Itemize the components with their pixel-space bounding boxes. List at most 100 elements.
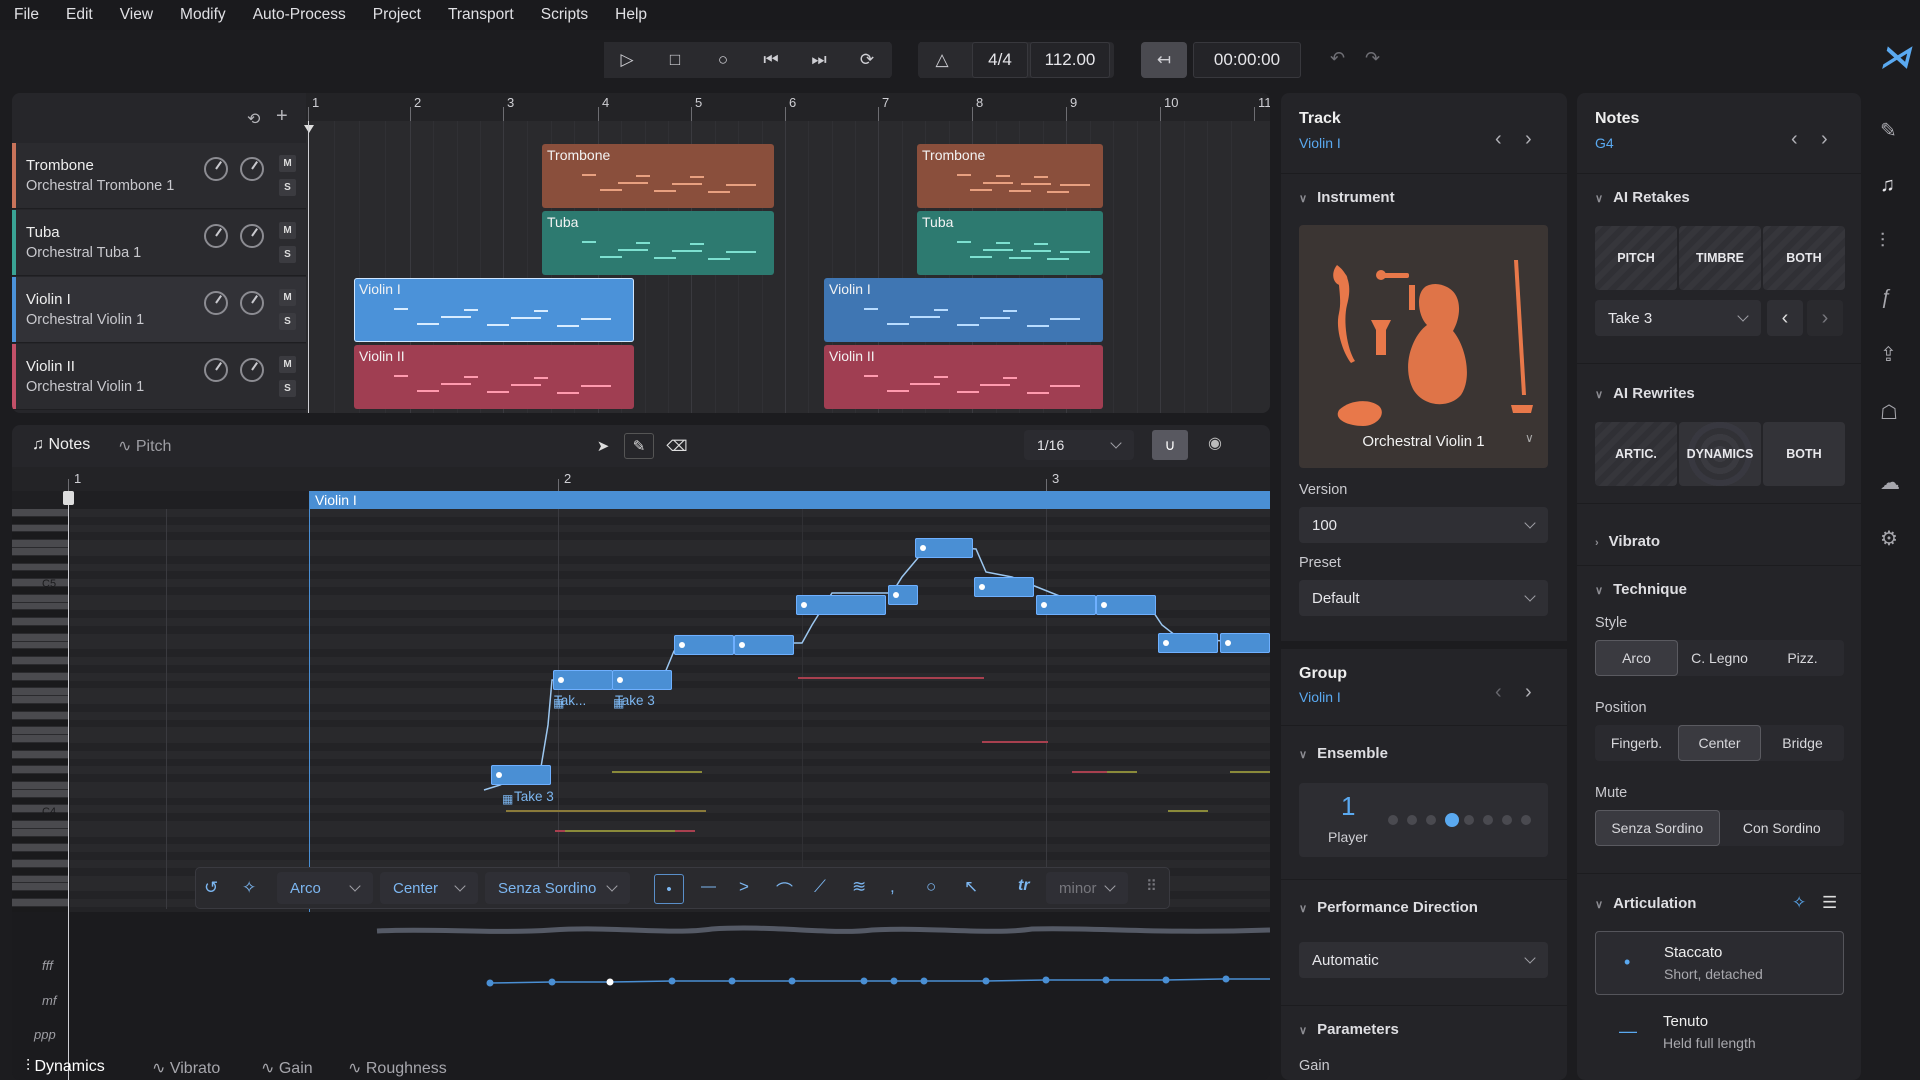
performance-section-header[interactable]: ∨ Performance Direction [1299, 899, 1478, 916]
clip[interactable]: Tuba [917, 211, 1103, 275]
pan-knob[interactable] [240, 224, 264, 248]
redo-icon[interactable]: ↷ [1365, 48, 1380, 69]
cloud-icon[interactable]: ☁ [1880, 470, 1900, 495]
articulation-tenuto[interactable]: — Tenuto Held full length [1595, 1001, 1844, 1065]
clip[interactable]: Tuba [542, 211, 774, 275]
track-inspector-subtitle[interactable]: Violin I [1299, 135, 1341, 151]
record-button[interactable]: ○ [700, 42, 746, 78]
instrument-icon[interactable]: ✎ [1880, 118, 1897, 143]
track-header[interactable]: Tuba Orchestral Tuba 1 MS [12, 210, 306, 276]
rewrite-artic-button[interactable]: ARTIC. [1595, 422, 1677, 486]
volume-knob[interactable] [204, 224, 228, 248]
ai-sparkle-icon[interactable]: ✧ [1792, 893, 1806, 913]
ai-rewrites-header[interactable]: ∨ AI Rewrites [1595, 385, 1695, 402]
mixer-icon[interactable]: ⫶ [1880, 230, 1885, 253]
mute-senza-sordino[interactable]: Senza Sordino [1595, 810, 1720, 846]
position-center[interactable]: Center [1678, 725, 1761, 761]
prev-track-icon[interactable]: ‹ [1495, 128, 1502, 151]
stop-button[interactable]: □ [652, 42, 698, 78]
ensemble-player-dot[interactable] [1464, 815, 1474, 825]
performance-select[interactable]: Automatic [1299, 942, 1548, 978]
position-bridge[interactable]: Bridge [1761, 725, 1844, 761]
playhead-marker[interactable] [304, 125, 314, 133]
next-track-icon[interactable]: › [1525, 128, 1532, 151]
articulation-section-header[interactable]: ∨ Articulation [1595, 895, 1696, 912]
timeline-ruler[interactable] [306, 93, 1270, 121]
volume-knob[interactable] [204, 358, 228, 382]
pan-knob[interactable] [240, 291, 264, 315]
mute-con-sordino[interactable]: Con Sordino [1720, 810, 1845, 846]
menu-edit[interactable]: Edit [66, 6, 93, 24]
volume-knob[interactable] [204, 157, 228, 181]
volume-knob[interactable] [204, 291, 228, 315]
menu-transport[interactable]: Transport [448, 6, 514, 24]
pan-knob[interactable] [240, 358, 264, 382]
version-select[interactable]: 100 [1299, 507, 1548, 543]
loop-button[interactable]: ⟳ [844, 42, 890, 78]
parameters-section-header[interactable]: ∨ Parameters [1299, 1021, 1399, 1038]
take-select[interactable]: Take 3 [1595, 300, 1761, 336]
return-to-start-button[interactable]: ↤ [1141, 42, 1187, 78]
ensemble-player-dot[interactable] [1483, 815, 1493, 825]
menu-modify[interactable]: Modify [180, 6, 226, 24]
menu-project[interactable]: Project [373, 6, 421, 24]
menu-auto-process[interactable]: Auto-Process [253, 6, 346, 24]
prev-group-icon[interactable]: ‹ [1495, 681, 1502, 704]
chevron-down-icon[interactable]: ∨ [1525, 431, 1534, 445]
group-subtitle[interactable]: Violin I [1299, 689, 1341, 705]
rewrite-dynamics-button[interactable]: DYNAMICS [1679, 422, 1761, 486]
history-icon[interactable]: ⟲ [247, 109, 260, 129]
roughness-tab[interactable]: ∿ Roughness [348, 1058, 447, 1078]
vibrato-section-header[interactable]: › Vibrato [1595, 533, 1660, 550]
solo-button[interactable]: S [279, 380, 296, 397]
clip[interactable]: Trombone [917, 144, 1103, 208]
tempo-value[interactable]: 112.00 [1030, 42, 1110, 78]
forward-button[interactable]: ⏭ [796, 42, 842, 78]
pan-knob[interactable] [240, 157, 264, 181]
notes-icon[interactable]: ♫ [1880, 174, 1895, 197]
robot-icon[interactable]: ☖ [1880, 400, 1898, 425]
undo-icon[interactable]: ↶ [1330, 48, 1345, 69]
prev-take-button[interactable]: ‹ [1767, 300, 1803, 336]
ai-retakes-header[interactable]: ∨ AI Retakes [1595, 189, 1690, 206]
rewind-button[interactable]: ⏮ [748, 42, 794, 78]
ensemble-player-dot[interactable] [1502, 815, 1512, 825]
vibrato-tab[interactable]: ∿ Vibrato [152, 1058, 220, 1078]
position-fingerboard[interactable]: Fingerb. [1595, 725, 1678, 761]
gain-tab[interactable]: ∿ Gain [261, 1058, 313, 1078]
prev-note-icon[interactable]: ‹ [1791, 128, 1798, 151]
list-icon[interactable]: ☰ [1822, 893, 1837, 913]
ensemble-section-header[interactable]: ∨ Ensemble [1299, 745, 1388, 762]
add-track-icon[interactable]: + [276, 105, 288, 128]
clip[interactable]: Violin I [354, 278, 634, 342]
settings-icon[interactable]: ⚙ [1880, 526, 1898, 551]
technique-section-header[interactable]: ∨ Technique [1595, 581, 1687, 598]
next-note-icon[interactable]: › [1821, 128, 1828, 151]
next-take-button[interactable]: › [1807, 300, 1843, 336]
retake-both-button[interactable]: BOTH [1763, 226, 1845, 290]
clip[interactable]: Violin II [354, 345, 634, 409]
mute-button[interactable]: M [279, 289, 296, 306]
instrument-card[interactable]: Orchestral Violin 1 ∨ [1299, 225, 1548, 468]
solo-button[interactable]: S [279, 179, 296, 196]
solo-button[interactable]: S [279, 246, 296, 263]
play-button[interactable]: ▷ [604, 42, 650, 78]
fx-icon[interactable]: ƒ [1880, 286, 1891, 309]
rewrite-both-button[interactable]: BOTH [1763, 422, 1845, 486]
editor-playhead-marker[interactable] [63, 491, 74, 505]
menu-help[interactable]: Help [615, 6, 647, 24]
clip[interactable]: Violin II [824, 345, 1103, 409]
menu-scripts[interactable]: Scripts [541, 6, 588, 24]
mute-button[interactable]: M [279, 155, 296, 172]
mute-button[interactable]: M [279, 356, 296, 373]
track-header[interactable]: Violin I Orchestral Violin 1 MS [12, 277, 306, 343]
ensemble-player-dot[interactable] [1521, 815, 1531, 825]
next-group-icon[interactable]: › [1525, 681, 1532, 704]
style-arco[interactable]: Arco [1595, 640, 1678, 676]
ensemble-player-dot[interactable] [1388, 815, 1398, 825]
clip[interactable]: Violin I [824, 278, 1103, 342]
solo-button[interactable]: S [279, 313, 296, 330]
dynamics-tab[interactable]: ⫶ Dynamics [26, 1058, 105, 1076]
clip[interactable]: Trombone [542, 144, 774, 208]
style-pizz[interactable]: Pizz. [1761, 640, 1844, 676]
